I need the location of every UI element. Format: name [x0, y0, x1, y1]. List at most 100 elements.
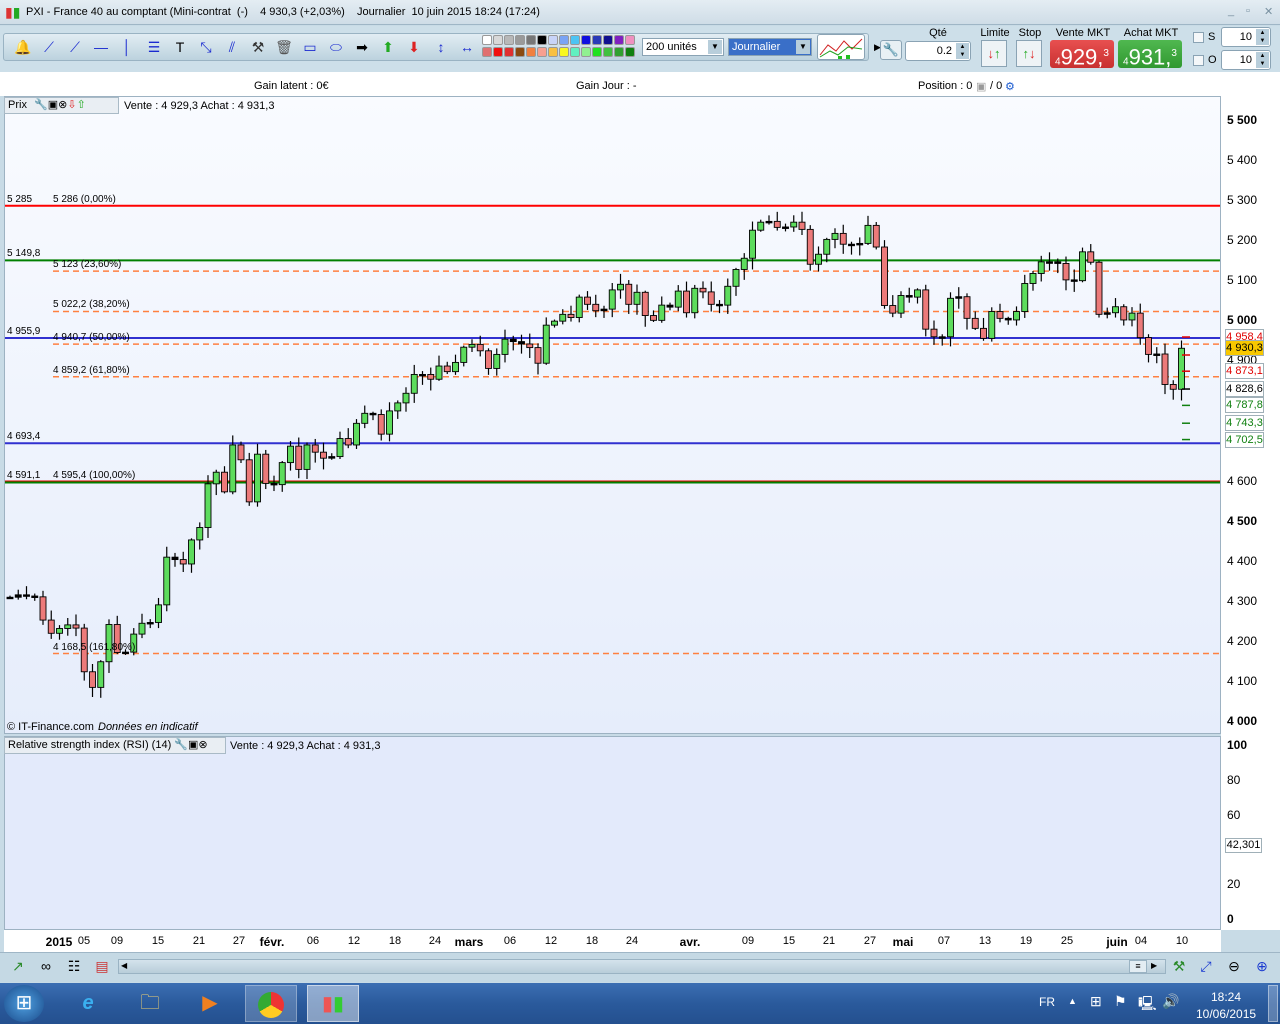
- candle[interactable]: [839, 224, 847, 254]
- candle[interactable]: [353, 419, 360, 449]
- candle[interactable]: [1021, 274, 1029, 318]
- candle[interactable]: [584, 291, 591, 310]
- time-axis[interactable]: [4, 930, 1221, 952]
- candle[interactable]: [617, 273, 624, 299]
- ie-icon[interactable]: e: [64, 985, 112, 1022]
- candle[interactable]: [641, 290, 649, 327]
- wrench-icon[interactable]: 🔧: [34, 99, 48, 111]
- candle[interactable]: [625, 280, 633, 314]
- candle[interactable]: [658, 296, 666, 323]
- list-icon[interactable]: ☷: [64, 958, 84, 975]
- up-arrow-icon[interactable]: ⇧: [77, 99, 86, 111]
- candle[interactable]: [435, 355, 443, 381]
- candle[interactable]: [171, 552, 179, 567]
- candle[interactable]: [402, 387, 410, 412]
- candle[interactable]: [542, 317, 550, 365]
- candle[interactable]: [674, 285, 682, 312]
- candle[interactable]: [980, 317, 987, 341]
- scroll-right-icon[interactable]: ▶: [1151, 961, 1157, 970]
- candle[interactable]: [815, 246, 822, 272]
- candle[interactable]: [1029, 270, 1037, 291]
- candle[interactable]: [56, 625, 63, 640]
- start-button[interactable]: ⊞: [4, 985, 44, 1022]
- clock-date[interactable]: 10/06/2015: [1196, 1007, 1256, 1021]
- candle[interactable]: [493, 348, 501, 376]
- candle[interactable]: [212, 469, 220, 496]
- candle[interactable]: [1087, 244, 1095, 265]
- close-circle-icon[interactable]: ⊗: [198, 739, 207, 751]
- network-icon[interactable]: 🖳: [1138, 993, 1157, 1017]
- tray-arrow-icon[interactable]: ▲: [1068, 996, 1077, 1006]
- scroll-thumb[interactable]: ≡: [1129, 960, 1147, 973]
- down-arrow-icon[interactable]: ⇩: [67, 99, 76, 111]
- candle[interactable]: [740, 253, 748, 280]
- candle[interactable]: [592, 294, 600, 318]
- candle[interactable]: [1112, 298, 1119, 318]
- candle[interactable]: [1153, 347, 1161, 364]
- candle[interactable]: [23, 586, 30, 600]
- candle[interactable]: [831, 228, 839, 249]
- candle[interactable]: [278, 460, 286, 492]
- candle[interactable]: [691, 284, 699, 319]
- candle[interactable]: [229, 435, 237, 495]
- candle[interactable]: [419, 371, 426, 385]
- candle[interactable]: [287, 441, 294, 471]
- candle[interactable]: [806, 225, 814, 271]
- clock-time[interactable]: 18:24: [1211, 990, 1241, 1004]
- volume-icon[interactable]: 🔊: [1162, 993, 1179, 1010]
- candle[interactable]: [790, 215, 798, 232]
- candle[interactable]: [468, 339, 476, 353]
- candle[interactable]: [856, 237, 864, 256]
- candle[interactable]: [146, 619, 154, 629]
- candle[interactable]: [64, 617, 72, 636]
- candle[interactable]: [724, 278, 732, 314]
- candle[interactable]: [394, 400, 402, 419]
- candle[interactable]: [575, 294, 583, 323]
- horizontal-scrollbar[interactable]: ◀ ≡ ▶: [118, 959, 1166, 974]
- candle[interactable]: [1161, 343, 1169, 395]
- candle[interactable]: [47, 610, 55, 639]
- candle[interactable]: [683, 281, 690, 318]
- candle[interactable]: [1120, 304, 1128, 326]
- candle[interactable]: [39, 590, 47, 625]
- candle[interactable]: [163, 546, 171, 612]
- candle[interactable]: [534, 343, 542, 375]
- candle[interactable]: [732, 267, 740, 296]
- candle[interactable]: [988, 307, 996, 342]
- candle[interactable]: [798, 211, 806, 236]
- candle[interactable]: [14, 589, 22, 600]
- window-icon[interactable]: ▣: [188, 739, 198, 751]
- candle[interactable]: [344, 428, 352, 449]
- candle[interactable]: [386, 402, 393, 442]
- explorer-icon[interactable]: 🗀: [126, 985, 174, 1022]
- candle[interactable]: [823, 237, 831, 263]
- candle[interactable]: [707, 281, 715, 312]
- candle[interactable]: [881, 240, 888, 309]
- close-circle-icon[interactable]: ⊗: [58, 99, 67, 111]
- candle[interactable]: [155, 597, 162, 629]
- candle[interactable]: [922, 284, 930, 337]
- candle[interactable]: [551, 319, 558, 328]
- candle[interactable]: [188, 538, 195, 573]
- candle[interactable]: [930, 320, 938, 345]
- candle[interactable]: [361, 405, 369, 429]
- candle[interactable]: [1145, 334, 1152, 363]
- chrome-icon[interactable]: [245, 985, 297, 1022]
- candle[interactable]: [914, 288, 921, 304]
- candle[interactable]: [221, 466, 228, 494]
- candle[interactable]: [765, 215, 773, 225]
- candle[interactable]: [1013, 306, 1020, 326]
- candle[interactable]: [1095, 260, 1103, 318]
- candle[interactable]: [897, 291, 905, 318]
- candle[interactable]: [889, 295, 897, 318]
- show-desktop-button[interactable]: [1268, 985, 1278, 1022]
- candle[interactable]: [6, 595, 14, 600]
- candle[interactable]: [328, 453, 336, 460]
- candle[interactable]: [377, 409, 385, 441]
- candle[interactable]: [369, 411, 377, 421]
- language-indicator[interactable]: FR: [1039, 995, 1055, 1009]
- candle[interactable]: [138, 613, 146, 639]
- candle[interactable]: [864, 215, 872, 246]
- candle[interactable]: [196, 522, 204, 550]
- wrench-icon[interactable]: 🔧: [174, 739, 188, 751]
